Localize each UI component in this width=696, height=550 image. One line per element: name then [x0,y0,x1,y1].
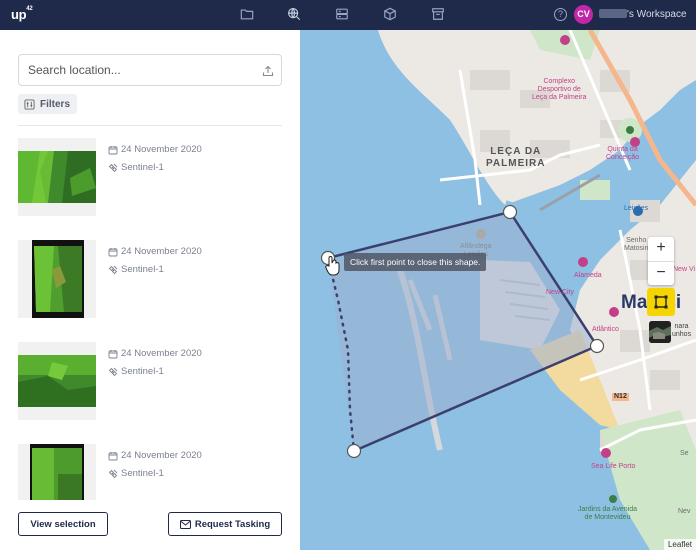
map-label: Complexo Desportivo de Leça da Palmeira [532,78,587,102]
archive-icon[interactable] [431,7,445,21]
result-date: 24 November 2020 [108,348,202,359]
zoom-control: + − [648,237,674,285]
calendar-icon [108,145,118,154]
view-selection-button[interactable]: View selection [18,512,108,536]
filters-button[interactable]: Filters [18,94,78,114]
satellite-icon [108,265,118,274]
calendar-icon [108,247,118,256]
filter-icon [24,98,35,110]
map-label: Nev [678,508,691,515]
map-label: New City [546,289,575,296]
request-tasking-label: Request Tasking [194,518,271,530]
top-bar: up42 ? CV 's Workspace [0,0,696,30]
map-label: nara unhos [672,323,692,339]
search-box [18,54,282,86]
result-date: 24 November 2020 [108,246,202,257]
calendar-icon [108,451,118,460]
search-input[interactable] [28,63,248,77]
map-canvas[interactable]: LEÇA DA PALMEIRA Complexo Desportivo de … [300,30,696,550]
map-label: Leixões [624,205,649,212]
results-list: 24 November 2020 Sentinel-1 24 November … [18,138,282,500]
mail-icon [179,519,191,529]
map-label: Senho Matosin [624,237,649,253]
result-item[interactable]: 24 November 2020 Sentinel-1 [18,342,282,420]
draw-tooltip: Click first point to close this shape. [344,253,487,271]
map-attribution[interactable]: Leaflet [663,539,696,550]
avatar[interactable]: CV [574,5,593,24]
road-badge: N12 [612,393,629,402]
zoom-in-button[interactable]: + [648,237,674,261]
result-date: 24 November 2020 [108,144,202,155]
result-item[interactable]: 24 November 2020 Sentinel-1 [18,138,282,216]
help-icon[interactable]: ? [554,8,567,21]
vertex-handle [589,338,605,354]
result-sensor: Sentinel-1 [108,468,164,479]
redacted-name [599,9,627,18]
upload-icon[interactable] [262,64,274,77]
result-date: 24 November 2020 [108,450,202,461]
layer-switch-button[interactable] [649,321,671,343]
map-label: Quinta da Conceição [606,146,640,162]
map-label: Alameda [574,272,602,279]
result-thumbnail[interactable] [18,138,96,216]
zoom-out-button[interactable]: − [648,261,674,285]
result-sensor: Sentinel-1 [108,366,164,377]
result-sensor: Sentinel-1 [108,264,164,275]
divider [18,125,282,126]
satellite-layer-icon [649,321,671,343]
map-label: Jardins da Avenida de Montevideu [578,506,638,522]
draw-rectangle-icon [654,295,668,309]
satellite-icon [108,469,118,478]
workspace-name[interactable]: 's Workspace [599,9,687,20]
cube-icon[interactable] [383,7,397,21]
vertex-handle [346,443,362,459]
result-item[interactable]: 24 November 2020 Sentinel-1 [18,240,282,318]
storage-icon[interactable] [335,7,349,21]
satellite-icon [108,163,118,172]
result-thumbnail[interactable] [18,444,96,500]
map-label: Se [680,450,689,457]
results-panel: Filters 24 November 2020 Sentinel-1 [0,30,300,550]
folder-icon[interactable] [240,7,254,21]
result-thumbnail[interactable] [18,342,96,420]
result-thumbnail[interactable] [18,240,96,318]
map-label: Sea Life Porto [591,463,636,470]
satellite-icon [108,367,118,376]
request-tasking-button[interactable]: Request Tasking [168,512,282,536]
draw-polygon-button[interactable] [647,288,675,316]
result-item[interactable]: 24 November 2020 Sentinel-1 [18,444,282,500]
map-label: New Vi [673,266,696,273]
map-label: LEÇA DA PALMEIRA [486,146,546,169]
filters-label: Filters [40,98,71,110]
map-base [300,30,696,550]
globe-search-icon[interactable] [287,7,301,21]
calendar-icon [108,349,118,358]
app-logo[interactable]: up42 [11,6,33,22]
vertex-handle [502,204,518,220]
result-sensor: Sentinel-1 [108,162,164,173]
map-label: Atlântico [592,326,619,333]
